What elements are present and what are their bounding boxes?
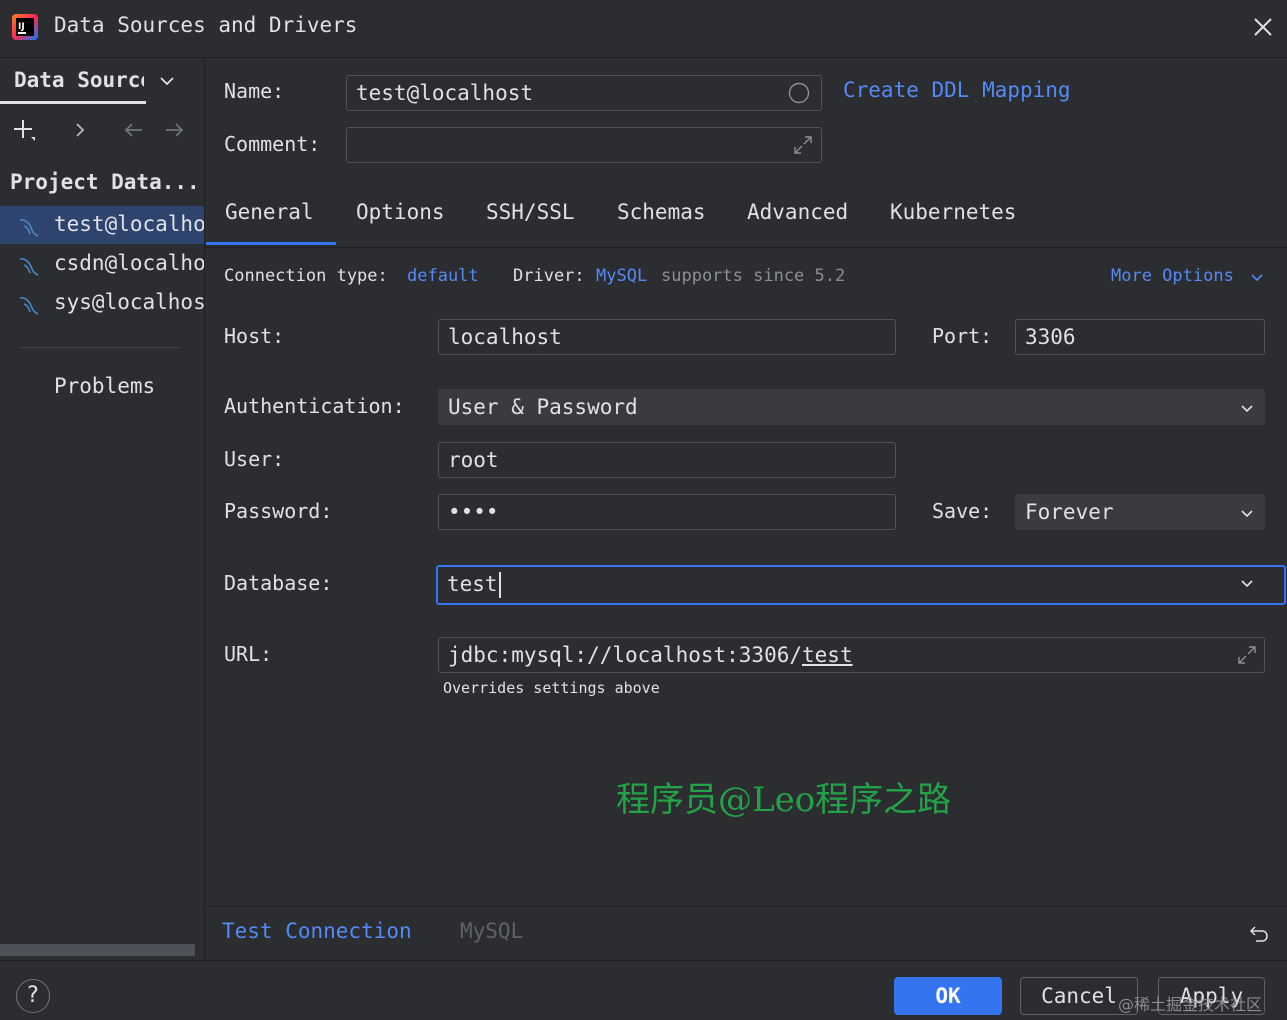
connection-type-label: Connection type: — [224, 266, 388, 286]
save-label: Save: — [932, 499, 993, 523]
name-label: Name: — [224, 79, 285, 103]
arrow-left-icon[interactable] — [122, 118, 146, 142]
driver-name-label: MySQL — [460, 919, 524, 943]
authentication-value: User & Password — [448, 395, 638, 419]
tab-bar: General Options SSH/SSL Schemas Advanced… — [206, 186, 1287, 248]
sidebar-header-tab[interactable]: Data Sources — [14, 68, 144, 92]
color-circle-icon[interactable] — [788, 82, 810, 104]
tab-advanced[interactable]: Advanced — [747, 200, 848, 224]
intellij-app-icon: IJ — [12, 14, 38, 40]
dialog-footer: ? OK Cancel Apply @稀土掘金技术社区 — [0, 960, 1287, 1020]
chevron-down-icon[interactable] — [1249, 270, 1265, 286]
driver-note: supports since 5.2 — [661, 266, 846, 286]
mysql-icon — [19, 258, 39, 276]
save-dropdown[interactable]: Forever — [1015, 494, 1265, 530]
sidebar: Data Sources Project Data... test@localh… — [0, 58, 205, 960]
chevron-down-icon[interactable] — [158, 72, 176, 90]
save-value: Forever — [1025, 500, 1114, 524]
tab-schemas[interactable]: Schemas — [617, 200, 706, 224]
host-field-value: localhost — [448, 325, 562, 349]
sidebar-item-label: csdn@localhost — [54, 251, 205, 275]
watermark-text: 程序员@Leo程序之路 — [616, 780, 952, 820]
tab-kubernetes[interactable]: Kubernetes — [890, 200, 1016, 224]
database-field-value: test — [447, 572, 498, 596]
database-label: Database: — [224, 571, 333, 595]
more-options-link[interactable]: More Options — [1111, 266, 1234, 286]
password-label: Password: — [224, 499, 333, 523]
create-ddl-mapping-link[interactable]: Create DDL Mapping — [843, 78, 1071, 102]
url-label: URL: — [224, 642, 273, 666]
user-field-value: root — [448, 448, 499, 472]
close-icon[interactable] — [1250, 14, 1276, 40]
url-field[interactable]: jdbc:mysql://localhost:3306/test — [438, 637, 1265, 673]
port-field-value: 3306 — [1025, 325, 1076, 349]
chevron-down-icon[interactable] — [1239, 576, 1255, 592]
credit-watermark: @稀土掘金技术社区 — [1118, 995, 1263, 1014]
database-field[interactable]: test — [436, 565, 1286, 605]
tab-general[interactable]: General — [225, 200, 314, 224]
sidebar-horizontal-scrollbar[interactable] — [0, 944, 195, 956]
host-label: Host: — [224, 324, 285, 348]
project-data-sources-group[interactable]: Project Data... — [10, 170, 200, 194]
user-label: User: — [224, 447, 285, 471]
ok-button[interactable]: OK — [894, 977, 1002, 1015]
chevron-down-icon — [1241, 405, 1253, 413]
chevron-down-icon — [1241, 510, 1253, 518]
sidebar-item-csdn-localhost[interactable]: csdn@localhost — [0, 245, 205, 283]
authentication-label: Authentication: — [224, 394, 405, 418]
port-label: Port: — [932, 324, 993, 348]
expand-icon[interactable] — [792, 134, 814, 156]
password-field[interactable]: •••• — [438, 494, 896, 530]
sidebar-item-test-localhost[interactable]: test@localhost — [0, 206, 205, 244]
tab-ssh-ssl[interactable]: SSH/SSL — [486, 200, 575, 224]
tab-options[interactable]: Options — [356, 200, 445, 224]
help-button[interactable]: ? — [16, 979, 50, 1013]
mysql-icon — [19, 219, 39, 237]
test-connection-link[interactable]: Test Connection — [222, 919, 412, 943]
text-cursor — [498, 572, 501, 598]
chevron-right-icon[interactable] — [68, 118, 92, 142]
url-prefix: jdbc:mysql://localhost:3306/ — [448, 643, 803, 667]
title-bar: IJ Data Sources and Drivers — [0, 0, 1287, 58]
connection-type-link[interactable]: default — [407, 266, 479, 286]
sidebar-item-problems[interactable]: Problems — [54, 374, 155, 398]
sidebar-header-underline — [0, 101, 146, 104]
expand-icon[interactable] — [1236, 644, 1258, 666]
url-note: Overrides settings above — [443, 679, 660, 697]
password-field-value: •••• — [448, 500, 499, 524]
host-field[interactable]: localhost — [438, 319, 896, 355]
sidebar-item-sys-localhost[interactable]: sys@localhost — [0, 284, 205, 322]
sidebar-item-label: test@localhost — [54, 212, 205, 236]
sidebar-item-label: sys@localhost — [54, 290, 205, 314]
mysql-icon — [19, 297, 39, 315]
driver-link[interactable]: MySQL — [596, 266, 647, 286]
window-title: Data Sources and Drivers — [54, 13, 358, 37]
bottom-strip: Test Connection MySQL — [206, 906, 1287, 960]
arrow-right-icon[interactable] — [162, 118, 186, 142]
url-database-part: test — [802, 643, 853, 667]
comment-label: Comment: — [224, 132, 321, 156]
port-field[interactable]: 3306 — [1015, 319, 1265, 355]
authentication-dropdown[interactable]: User & Password — [438, 389, 1265, 425]
comment-field[interactable] — [346, 127, 822, 163]
active-tab-indicator — [206, 242, 336, 245]
sidebar-divider — [20, 347, 180, 348]
undo-icon[interactable] — [1248, 922, 1270, 944]
driver-label: Driver: — [513, 266, 585, 286]
svg-text:IJ: IJ — [18, 22, 25, 32]
name-field-value: test@localhost — [356, 81, 534, 105]
name-field[interactable]: test@localhost — [346, 75, 822, 111]
main-panel: Name: test@localhost Create DDL Mapping … — [206, 58, 1287, 960]
user-field[interactable]: root — [438, 442, 896, 478]
add-icon[interactable] — [12, 118, 36, 142]
